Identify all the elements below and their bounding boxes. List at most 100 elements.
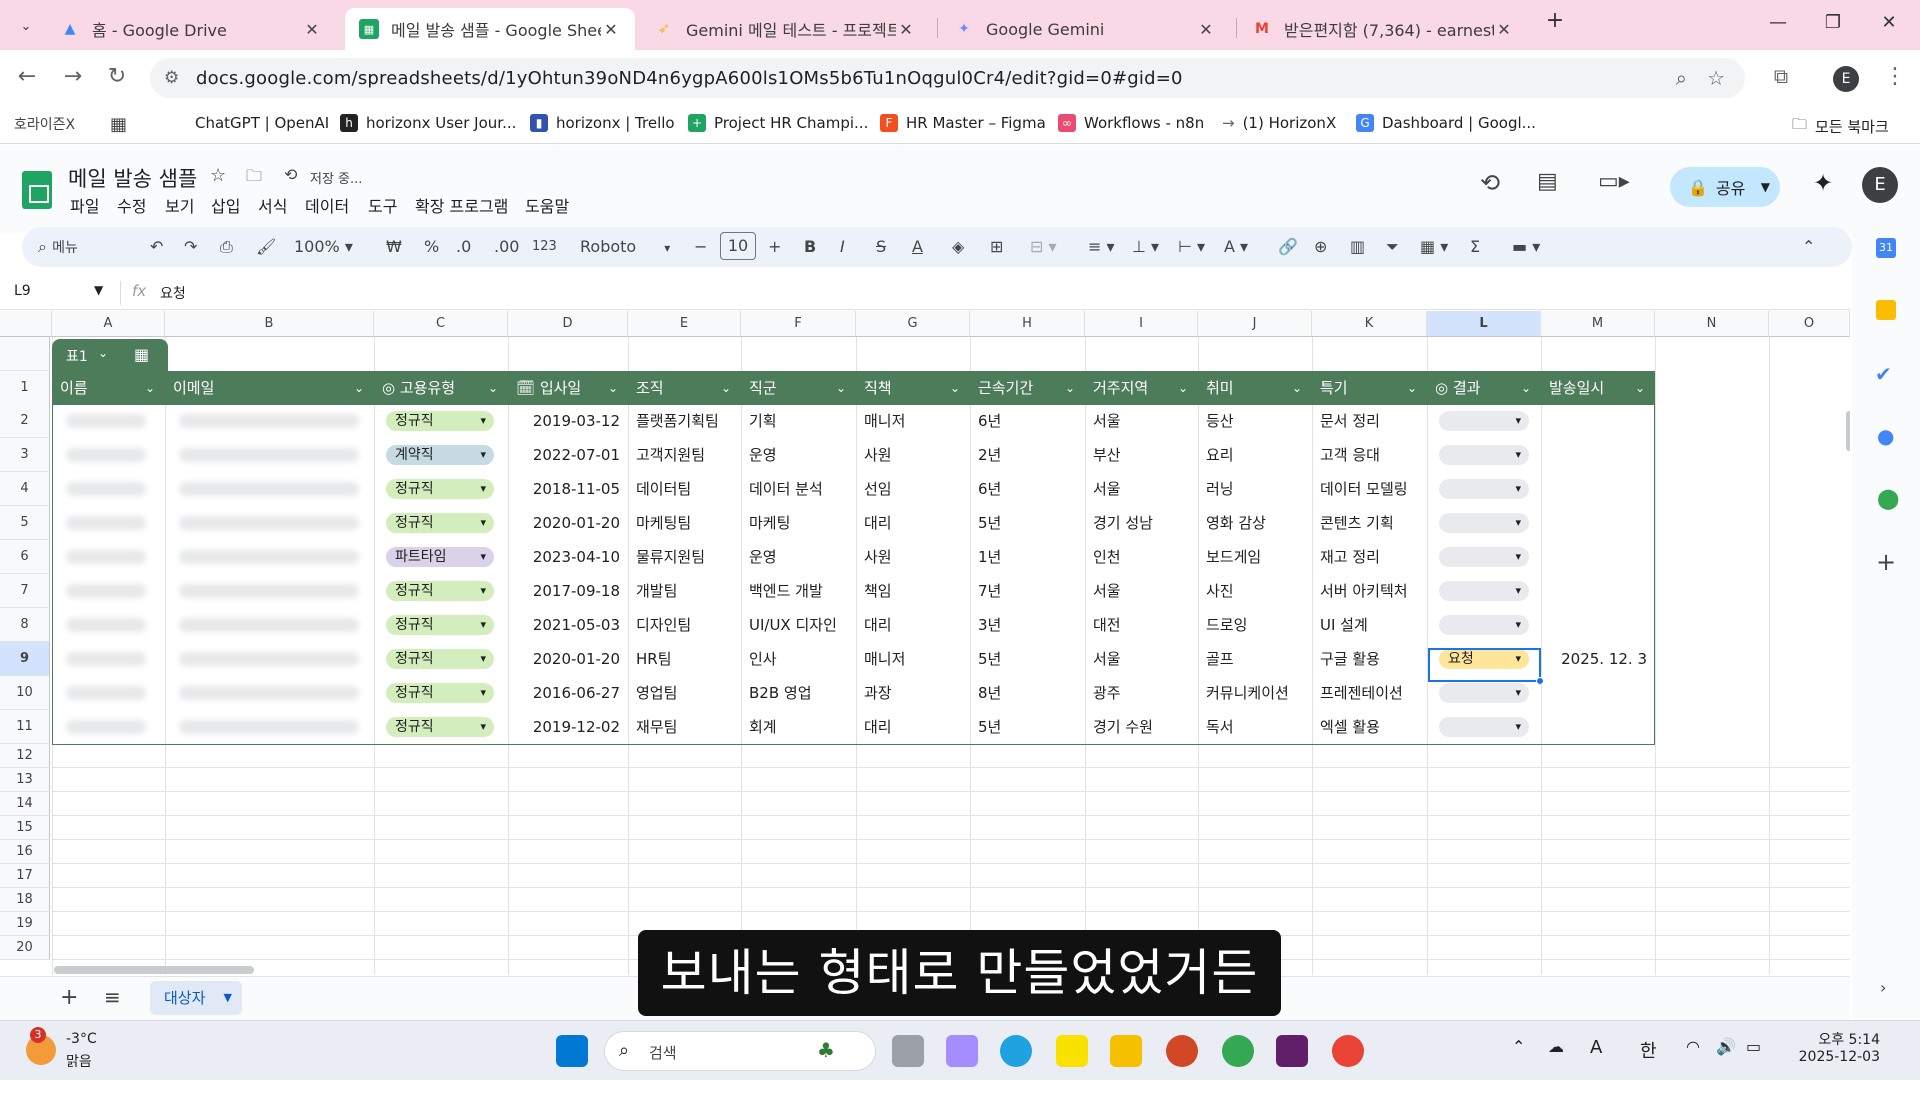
site-info-icon[interactable]: ⚙ bbox=[164, 68, 179, 88]
table-cell[interactable]: 서울 bbox=[1085, 404, 1198, 438]
table-column-header[interactable]: 🗓 입사일 ⌄ bbox=[508, 371, 628, 405]
row-header[interactable]: 15 bbox=[0, 816, 50, 840]
table-cell[interactable]: 회계 bbox=[741, 710, 856, 744]
search-menus[interactable]: ⌕ 메뉴 bbox=[38, 237, 78, 257]
tab-gmail[interactable]: M 받은편지함 (7,364) - earnest.k ✕ bbox=[1238, 8, 1528, 50]
employment-type-chip[interactable]: 정규직 bbox=[386, 649, 494, 669]
table-cell[interactable]: 경기 수원 bbox=[1085, 710, 1198, 744]
table-cell[interactable]: 물류지원팀 bbox=[628, 540, 741, 574]
clock-date[interactable]: 2025-12-03 bbox=[1780, 1049, 1880, 1065]
table-cell[interactable]: 독서 bbox=[1198, 710, 1312, 744]
bookmark-horizonx-journey[interactable]: h horizonx User Jour... bbox=[340, 114, 516, 132]
increase-decimal-button[interactable]: .00 bbox=[494, 237, 519, 256]
table-cell[interactable]: 보드게임 bbox=[1198, 540, 1312, 574]
table-cell[interactable]: 마케팅팀 bbox=[628, 506, 741, 540]
clock-time[interactable]: 오후 5:14 bbox=[1796, 1029, 1880, 1049]
close-icon[interactable]: ✕ bbox=[601, 20, 621, 39]
bookmark-chatgpt[interactable]: ChatGPT | OpenAI bbox=[195, 114, 329, 132]
share-button[interactable]: 🔒 공유 ▼ bbox=[1670, 167, 1780, 207]
table-cell[interactable]: 5년 bbox=[970, 710, 1085, 744]
filter-views-icon[interactable]: ▦ ▾ bbox=[1420, 237, 1448, 256]
table-cell[interactable]: 러닝 bbox=[1198, 472, 1312, 506]
strikethrough-icon[interactable]: S bbox=[876, 237, 886, 256]
bookmark-n8n[interactable]: ∞ Workflows - n8n bbox=[1058, 114, 1204, 132]
selected-cell[interactable] bbox=[1428, 648, 1541, 682]
column-header[interactable]: K bbox=[1312, 311, 1427, 337]
column-header[interactable]: L bbox=[1427, 311, 1541, 337]
chevron-down-icon[interactable]: ⌄ bbox=[145, 371, 155, 405]
tab-apps-script[interactable]: ➶ Gemini 메일 테스트 - 프로젝트 ✕ bbox=[640, 8, 930, 50]
menu-insert[interactable]: 삽입 bbox=[211, 193, 240, 217]
table-cell[interactable]: 2021-05-03 bbox=[508, 608, 628, 642]
text-rotate-icon[interactable]: A ▾ bbox=[1224, 237, 1248, 256]
horizontal-scrollbar[interactable] bbox=[54, 966, 254, 974]
table-column-header[interactable]: 근속기간 ⌄ bbox=[970, 371, 1085, 405]
table-cell[interactable]: 6년 bbox=[970, 472, 1085, 506]
font-size-increase[interactable]: + bbox=[768, 237, 781, 256]
column-header[interactable]: D bbox=[508, 311, 628, 337]
tab-gemini[interactable]: ✦ Google Gemini ✕ bbox=[940, 8, 1230, 50]
new-tab-button[interactable]: + bbox=[1540, 8, 1570, 33]
column-header[interactable]: E bbox=[628, 311, 741, 337]
result-dropdown[interactable] bbox=[1439, 683, 1529, 703]
menu-help[interactable]: 도움말 bbox=[525, 193, 569, 217]
functions-icon[interactable]: Σ bbox=[1470, 237, 1480, 256]
onedrive-icon[interactable]: ☁ bbox=[1548, 1037, 1564, 1056]
column-header[interactable]: H bbox=[970, 311, 1085, 337]
row-header[interactable]: 4 bbox=[0, 472, 50, 506]
table-cell[interactable]: 영업팀 bbox=[628, 676, 741, 710]
account-avatar[interactable]: E bbox=[1862, 167, 1898, 203]
restore-button[interactable]: ❐ bbox=[1818, 12, 1848, 33]
maps-icon[interactable]: ⬤ bbox=[1877, 486, 1899, 510]
table-cell[interactable]: 재무팀 bbox=[628, 710, 741, 744]
table-cell[interactable]: 프레젠테이션 bbox=[1312, 676, 1427, 710]
comments-icon[interactable]: ▤ bbox=[1537, 169, 1558, 194]
table-cell[interactable]: 대리 bbox=[856, 608, 970, 642]
table-cell[interactable]: 부산 bbox=[1085, 438, 1198, 472]
close-icon[interactable]: ✕ bbox=[896, 20, 916, 39]
add-sheet-icon[interactable]: + bbox=[60, 985, 78, 1010]
table-cell[interactable]: 대전 bbox=[1085, 608, 1198, 642]
table-cell[interactable]: UI/UX 디자인 bbox=[741, 608, 856, 642]
document-title[interactable]: 메일 발송 샘플 bbox=[68, 163, 197, 193]
row-header[interactable]: 3 bbox=[0, 438, 50, 472]
employment-type-chip[interactable]: 정규직 bbox=[386, 513, 494, 533]
merge-cells-icon[interactable]: ⊟ ▾ bbox=[1030, 237, 1057, 256]
vertical-align-icon[interactable]: ⊥ ▾ bbox=[1132, 237, 1159, 256]
table-column-header[interactable]: 발송일시 ⌄ bbox=[1541, 371, 1655, 405]
table-cell[interactable]: 1년 bbox=[970, 540, 1085, 574]
chevron-down-icon[interactable]: ▼ bbox=[94, 283, 103, 297]
table-view-icon[interactable]: ▦ bbox=[134, 345, 149, 364]
chevron-down-icon[interactable]: ⌄ bbox=[1065, 371, 1075, 405]
table-cell[interactable]: 문서 정리 bbox=[1312, 404, 1427, 438]
table-cell[interactable]: 5년 bbox=[970, 506, 1085, 540]
table-cell[interactable]: 엑셀 활용 bbox=[1312, 710, 1427, 744]
table-cell[interactable]: 플랫폼기획팀 bbox=[628, 404, 741, 438]
ime-indicator[interactable]: 한 bbox=[1640, 1037, 1657, 1063]
close-icon[interactable]: ✕ bbox=[302, 20, 322, 39]
chrome-icon[interactable] bbox=[1222, 1035, 1254, 1067]
row-header[interactable]: 7 bbox=[0, 574, 50, 608]
all-bookmarks[interactable]: 🗀 모든 북마크 bbox=[1792, 114, 1889, 139]
column-header[interactable]: C bbox=[374, 311, 508, 337]
result-dropdown[interactable] bbox=[1439, 445, 1529, 465]
table-cell[interactable]: 7년 bbox=[970, 574, 1085, 608]
column-header[interactable]: N bbox=[1655, 311, 1769, 337]
column-header[interactable]: G bbox=[856, 311, 970, 337]
sent-datetime-cell[interactable] bbox=[1541, 404, 1655, 438]
input-tools-icon[interactable]: ▬ ▾ bbox=[1512, 237, 1540, 256]
table-cell[interactable]: 2016-06-27 bbox=[508, 676, 628, 710]
align-icon[interactable]: ≡ ▾ bbox=[1088, 237, 1115, 256]
table-column-header[interactable]: 직군 ⌄ bbox=[741, 371, 856, 405]
fill-color-icon[interactable]: ◈ bbox=[952, 237, 964, 256]
menu-view[interactable]: 보기 bbox=[165, 193, 194, 217]
table-cell[interactable]: 사원 bbox=[856, 438, 970, 472]
chevron-down-icon[interactable]: ⌄ bbox=[1407, 371, 1417, 405]
sent-datetime-cell[interactable] bbox=[1541, 608, 1655, 642]
bookmark-dashboard[interactable]: G Dashboard | Googl... bbox=[1356, 114, 1536, 132]
keep-icon[interactable] bbox=[1876, 300, 1896, 320]
chevron-down-icon[interactable]: ⌄ bbox=[98, 346, 108, 360]
number-format-button[interactable]: 123 bbox=[532, 239, 557, 254]
corner-cell[interactable] bbox=[0, 311, 52, 337]
chevron-down-icon[interactable]: ⌄ bbox=[721, 371, 731, 405]
